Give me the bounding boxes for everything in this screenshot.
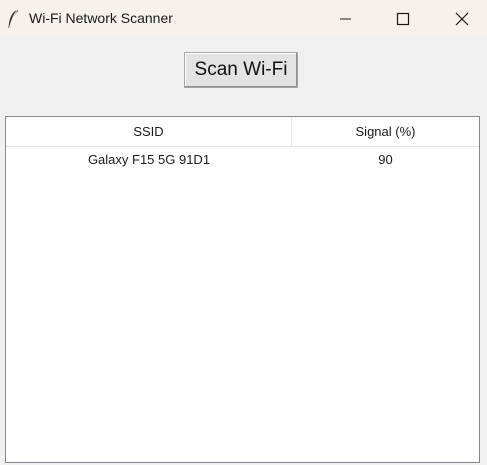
column-header-signal[interactable]: Signal (%) (292, 117, 479, 146)
title-bar: Wi-Fi Network Scanner (0, 0, 487, 38)
signal-cell: 90 (378, 151, 393, 167)
table-row[interactable]: Galaxy F15 5G 91D1 90 (6, 147, 479, 171)
minimize-icon (340, 18, 351, 20)
feather-icon (6, 8, 20, 30)
ssid-cell: Galaxy F15 5G 91D1 (87, 151, 211, 167)
maximize-button[interactable] (374, 0, 432, 38)
scan-wifi-button[interactable]: Scan Wi-Fi (184, 52, 298, 88)
network-table[interactable]: SSID Signal (%) Galaxy F15 5G 91D1 90 (5, 116, 480, 463)
window-title: Wi-Fi Network Scanner (29, 10, 173, 26)
table-header: SSID Signal (%) (6, 117, 479, 147)
maximize-icon (396, 12, 410, 26)
close-button[interactable] (430, 0, 487, 38)
minimize-button[interactable] (316, 0, 374, 38)
column-header-ssid[interactable]: SSID (6, 117, 292, 146)
close-icon (455, 12, 469, 26)
